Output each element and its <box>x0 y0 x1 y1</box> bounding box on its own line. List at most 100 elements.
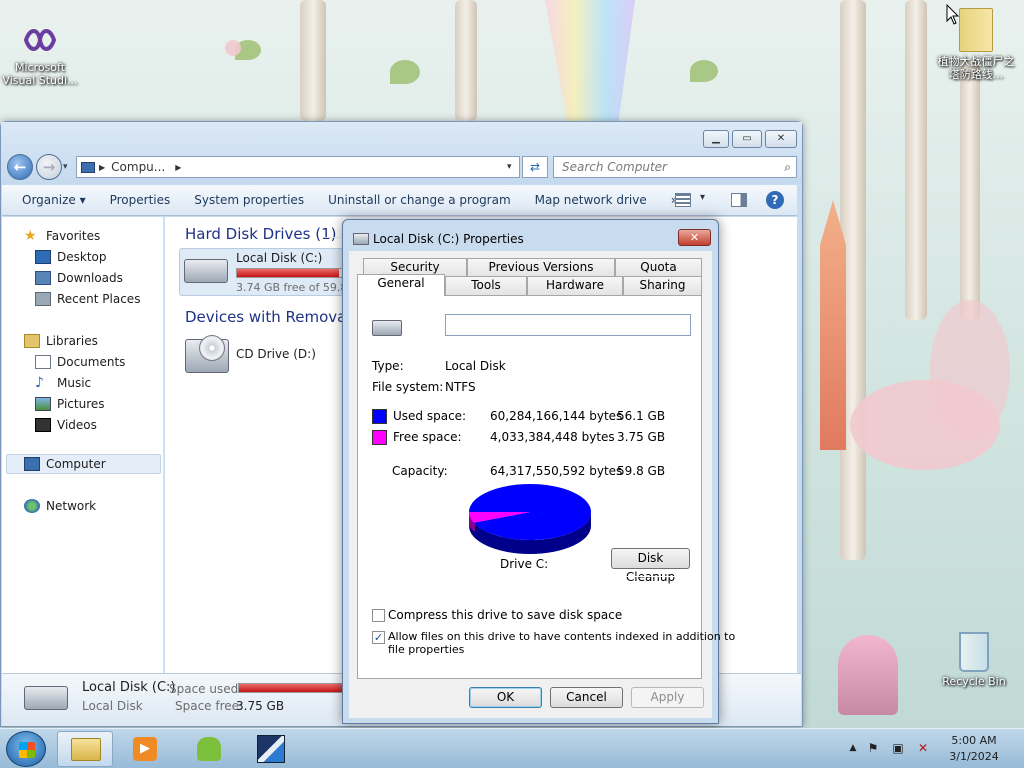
details-used-label: Space used: <box>169 682 243 696</box>
address-bar[interactable]: ▶ Compu... ▶ ▾ <box>76 156 520 178</box>
used-space-swatch <box>372 409 387 424</box>
tab-tools[interactable]: Tools <box>445 276 527 295</box>
organize-menu[interactable]: Organize ▾ <box>22 193 86 207</box>
help-icon[interactable]: ? <box>766 191 784 209</box>
forward-button[interactable]: → <box>36 154 62 180</box>
taskbar-media-player[interactable]: ▶ <box>118 731 174 767</box>
nav-desktop[interactable]: Desktop <box>35 248 107 266</box>
nav-music[interactable]: ♪ Music <box>35 374 91 392</box>
disk-cleanup-button[interactable]: Disk Cleanup <box>611 548 690 584</box>
tab-general[interactable]: General <box>357 274 445 296</box>
network-icon[interactable]: ▣ <box>891 741 905 755</box>
nav-label: Favorites <box>46 229 101 243</box>
recent-pages-dropdown[interactable]: ▾ <box>63 162 68 172</box>
cancel-button[interactable]: Cancel <box>550 687 623 708</box>
properties-button[interactable]: Properties <box>110 193 171 207</box>
drive-icon <box>353 233 369 245</box>
dialog-close-button[interactable]: ✕ <box>678 229 711 246</box>
breadcrumb-separator-icon: ▶ <box>99 162 106 172</box>
ok-button[interactable]: OK <box>469 687 542 708</box>
wallpaper-leaf <box>390 60 420 84</box>
system-properties-button[interactable]: System properties <box>194 193 304 207</box>
nav-label: Desktop <box>57 250 107 264</box>
computer-icon <box>81 161 95 173</box>
tab-sharing[interactable]: Sharing <box>623 276 702 295</box>
show-hidden-icons-button[interactable]: ▲ <box>846 741 860 755</box>
desktop-icon-recycle-bin[interactable]: Recycle Bin <box>934 632 1014 688</box>
back-button[interactable]: ← <box>7 154 33 180</box>
tab-hardware[interactable]: Hardware <box>527 276 623 295</box>
wallpaper-tower <box>820 200 846 450</box>
uninstall-button[interactable]: Uninstall or change a program <box>328 193 511 207</box>
apply-button[interactable]: Apply <box>631 687 704 708</box>
drive-c-usage-fill <box>237 269 339 277</box>
nav-label: Videos <box>57 418 97 432</box>
action-center-flag-icon[interactable]: ⚑ <box>866 741 880 755</box>
wallpaper-tree <box>455 0 477 121</box>
nav-label: Recent Places <box>57 292 141 306</box>
libraries-icon <box>24 334 40 348</box>
index-checkbox[interactable]: ✓ <box>372 631 385 644</box>
desktop-icon <box>35 250 51 264</box>
divider <box>372 349 690 350</box>
index-label-line2: file properties <box>388 643 465 656</box>
capacity-bytes: 64,317,550,592 bytes <box>490 464 623 478</box>
volume-muted-icon[interactable]: ✕ <box>916 741 930 755</box>
compress-checkbox[interactable] <box>372 609 385 622</box>
address-dropdown-icon[interactable]: ▾ <box>507 162 512 172</box>
tab-quota[interactable]: Quota <box>615 258 702 277</box>
used-space-gb: 56.1 GB <box>617 409 666 423</box>
minimize-button[interactable]: ▁ <box>703 130 729 148</box>
details-drive-type: Local Disk <box>82 699 143 713</box>
divider <box>372 455 690 456</box>
maximize-button[interactable]: ▭ <box>732 130 762 148</box>
file-system-value: NTFS <box>445 380 476 394</box>
recent-places-icon <box>35 292 51 306</box>
type-value: Local Disk <box>445 359 506 373</box>
divider <box>372 576 690 577</box>
recycle-bin-icon <box>959 632 989 672</box>
hard-drive-icon <box>24 686 68 710</box>
desktop-icon-label: Microsoft Visual Studi... <box>2 61 78 87</box>
start-button[interactable] <box>6 731 46 767</box>
breadcrumb-computer[interactable]: Compu... <box>111 160 165 174</box>
search-input[interactable]: Search Computer ⌕ <box>553 156 797 178</box>
drive-c-tile[interactable]: Local Disk (C:) 3.74 GB free of 59.8 <box>179 248 347 296</box>
view-options-icon[interactable] <box>675 193 691 207</box>
details-drive-name: Local Disk (C:) <box>82 680 176 695</box>
nav-network[interactable]: Network <box>24 497 96 515</box>
drive-label-input[interactable] <box>445 314 691 336</box>
refresh-button[interactable]: ⇄ <box>522 156 548 178</box>
nav-recent-places[interactable]: Recent Places <box>35 290 140 308</box>
computer-icon <box>24 457 40 471</box>
details-usage-bar <box>238 683 358 693</box>
visual-studio-icon <box>22 22 58 58</box>
nav-downloads[interactable]: Downloads <box>35 269 123 287</box>
nav-pictures[interactable]: Pictures <box>35 395 105 413</box>
wallpaper-cupcake <box>838 635 898 715</box>
used-space-bytes: 60,284,166,144 bytes <box>490 409 623 423</box>
nav-documents[interactable]: Documents <box>35 353 125 371</box>
drive-d-tile[interactable]: CD Drive (D:) <box>179 331 339 381</box>
wallpaper-tree <box>960 60 980 320</box>
nav-videos[interactable]: Videos <box>35 416 97 434</box>
taskbar-explorer[interactable] <box>57 731 113 767</box>
close-button[interactable]: ✕ <box>765 130 797 148</box>
taskbar-app[interactable] <box>244 731 300 767</box>
folder-icon <box>959 8 993 52</box>
view-dropdown-icon[interactable]: ▾ <box>700 192 705 203</box>
map-network-drive-button[interactable]: Map network drive <box>535 193 647 207</box>
preview-pane-icon[interactable] <box>731 193 747 207</box>
videos-icon <box>35 418 51 432</box>
nav-libraries[interactable]: Libraries <box>24 332 98 350</box>
tab-previous-versions[interactable]: Previous Versions <box>467 258 615 277</box>
nav-favorites[interactable]: ★ Favorites <box>24 227 100 245</box>
arrow-right-icon: → <box>42 158 56 176</box>
nav-computer[interactable]: Computer <box>24 455 106 473</box>
system-clock[interactable]: 5:00 AM 3/1/2024 <box>944 733 1004 765</box>
desktop-icon-visual-studio[interactable]: Microsoft Visual Studi... <box>2 22 78 87</box>
taskbar-android-studio[interactable] <box>182 731 238 767</box>
group-hard-disk-drives[interactable]: Hard Disk Drives (1) <box>185 225 336 243</box>
file-system-label: File system: <box>372 380 444 394</box>
clock-date: 3/1/2024 <box>949 750 999 763</box>
